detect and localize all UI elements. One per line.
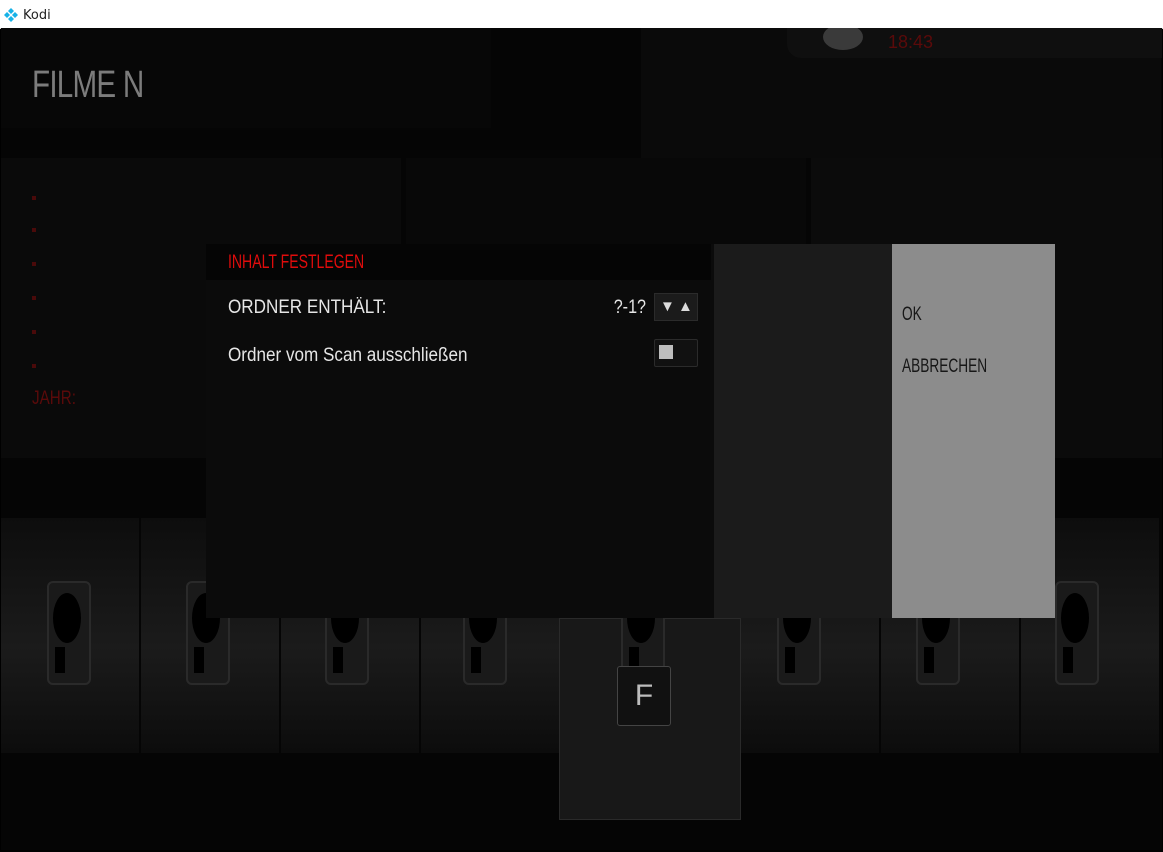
page-title: FILME N	[32, 64, 144, 106]
exclude-toggle[interactable]	[654, 339, 698, 367]
dialog-right-area	[714, 244, 892, 618]
arrow-up-icon[interactable]: ▲	[678, 298, 693, 315]
info-marker	[32, 296, 36, 300]
dialog-header: INHALT FESTLEGEN	[206, 244, 711, 280]
toggle-knob	[659, 345, 673, 359]
spin-control[interactable]: ▼ ▲	[654, 293, 698, 321]
setting-value: ?-1?	[613, 297, 646, 318]
setting-folder-contains[interactable]: ORDNER ENTHÄLT: ?-1? ▼ ▲	[228, 289, 698, 323]
window-title: Kodi	[23, 8, 51, 23]
info-marker	[32, 262, 36, 266]
info-marker	[32, 364, 36, 368]
info-marker	[32, 228, 36, 232]
set-content-dialog: INHALT FESTLEGEN ORDNER ENTHÄLT: ?-1? ▼ …	[206, 244, 892, 618]
setting-exclude-from-scan[interactable]: Ordner vom Scan ausschließen	[228, 337, 698, 371]
dialog-title: INHALT FESTLEGEN	[228, 252, 365, 273]
clock: 18:43	[888, 32, 934, 52]
arrow-down-icon[interactable]: ▼	[660, 298, 675, 315]
dialog-button-panel: OK ABBRECHEN	[892, 244, 1055, 618]
cancel-button[interactable]: ABBRECHEN	[902, 356, 987, 378]
setting-label: Ordner vom Scan ausschließen	[228, 345, 468, 366]
info-marker	[32, 196, 36, 200]
kodi-logo-icon	[4, 8, 18, 22]
info-marker	[32, 330, 36, 334]
window-titlebar: Kodi	[0, 0, 1163, 29]
setting-label: ORDNER ENTHÄLT:	[228, 297, 387, 318]
jump-letter-indicator: F	[617, 666, 671, 726]
default-folder-icon	[47, 581, 91, 685]
default-folder-icon	[1055, 581, 1099, 685]
info-year-label: JAHR:	[32, 388, 76, 409]
kodi-viewport: 18:43 FILME N JAHR: F INHALT FESTLEGEN O…	[1, 28, 1162, 850]
ok-button[interactable]: OK	[902, 304, 922, 326]
